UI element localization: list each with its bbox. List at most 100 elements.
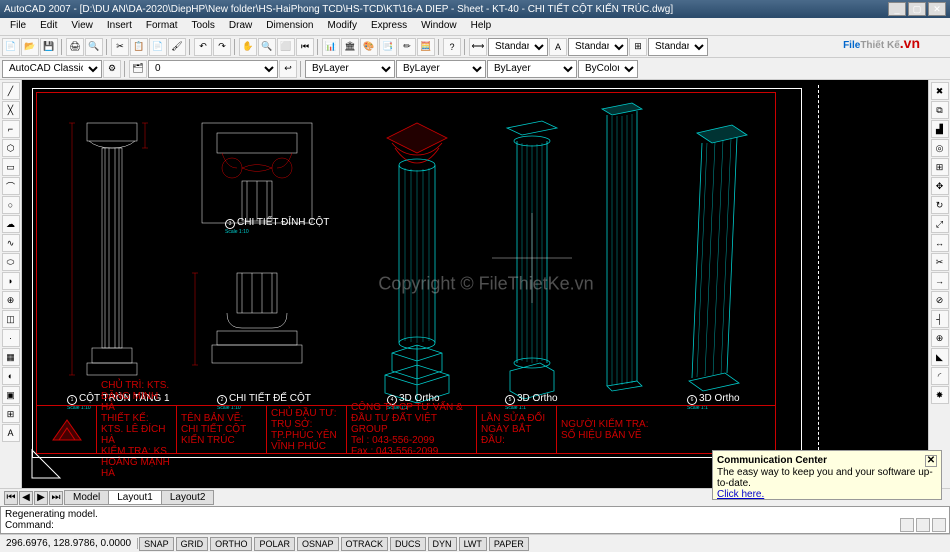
dim-style-icon[interactable]: ⟷ — [469, 38, 487, 56]
osnap-toggle[interactable]: OSNAP — [297, 537, 339, 551]
command-line[interactable]: Regenerating model. Command: — [0, 506, 950, 534]
mirror-icon[interactable]: ▟ — [931, 120, 949, 138]
table-style-icon[interactable]: ⊞ — [629, 38, 647, 56]
break-icon[interactable]: ┤ — [931, 310, 949, 328]
zoom-previous-icon[interactable]: ⏮ — [296, 38, 314, 56]
design-center-icon[interactable]: 🏛 — [341, 38, 359, 56]
extend-icon[interactable]: → — [931, 272, 949, 290]
fillet-icon[interactable]: ◜ — [931, 367, 949, 385]
sheet-set-icon[interactable]: 📑 — [379, 38, 397, 56]
tool-palettes-icon[interactable]: 🎨 — [360, 38, 378, 56]
menu-insert[interactable]: Insert — [101, 18, 138, 35]
properties-icon[interactable]: 📊 — [322, 38, 340, 56]
menu-help[interactable]: Help — [465, 18, 498, 35]
chamfer-icon[interactable]: ◣ — [931, 348, 949, 366]
text-style-combo[interactable]: Standard — [568, 38, 628, 56]
layer-props-icon[interactable]: 🗂 — [129, 60, 147, 78]
layer-previous-icon[interactable]: ↩ — [279, 60, 297, 78]
tab-layout2[interactable]: Layout2 — [161, 490, 215, 505]
menu-window[interactable]: Window — [415, 18, 463, 35]
ortho-toggle[interactable]: ORTHO — [210, 537, 252, 551]
print-icon[interactable]: 🖨 — [66, 38, 84, 56]
offset-icon[interactable]: ◎ — [931, 139, 949, 157]
lwt-toggle[interactable]: LWT — [459, 537, 487, 551]
drawing-canvas[interactable]: 1CỘT TRÒN TẦNG 1 Scale 1:10 — [22, 80, 950, 488]
otrack-toggle[interactable]: OTRACK — [341, 537, 389, 551]
coords-display[interactable]: 296.6976, 128.9786, 0.0000 — [0, 538, 138, 549]
join-icon[interactable]: ⊕ — [931, 329, 949, 347]
cut-icon[interactable]: ✂ — [111, 38, 129, 56]
color-combo[interactable]: ByLayer — [305, 60, 395, 78]
region-icon[interactable]: ▣ — [2, 386, 20, 404]
break-point-icon[interactable]: ⊘ — [931, 291, 949, 309]
plotstyle-combo[interactable]: ByColor — [578, 60, 638, 78]
menu-format[interactable]: Format — [140, 18, 184, 35]
new-icon[interactable]: 📄 — [2, 38, 20, 56]
table-icon[interactable]: ⊞ — [2, 405, 20, 423]
gradient-icon[interactable]: ◐ — [2, 367, 20, 385]
menu-express[interactable]: Express — [365, 18, 413, 35]
tab-first-icon[interactable]: ⏮ — [4, 491, 18, 505]
revcloud-icon[interactable]: ☁ — [2, 215, 20, 233]
insert-block-icon[interactable]: ⊕ — [2, 291, 20, 309]
markup-icon[interactable]: ✏ — [398, 38, 416, 56]
workspace-combo[interactable]: AutoCAD Classic — [2, 60, 102, 78]
tray-lock-icon[interactable] — [916, 518, 930, 532]
menu-view[interactable]: View — [65, 18, 99, 35]
text-style-icon[interactable]: A — [549, 38, 567, 56]
undo-icon[interactable]: ↶ — [194, 38, 212, 56]
scale-icon[interactable]: ⤢ — [931, 215, 949, 233]
grid-toggle[interactable]: GRID — [176, 537, 209, 551]
ellipse-icon[interactable]: ⬭ — [2, 253, 20, 271]
snap-toggle[interactable]: SNAP — [139, 537, 174, 551]
minimize-button[interactable]: _ — [888, 2, 906, 16]
tray-tools-icon[interactable] — [932, 518, 946, 532]
mtext-icon[interactable]: A — [2, 424, 20, 442]
array-icon[interactable]: ⊞ — [931, 158, 949, 176]
hatch-icon[interactable]: ▦ — [2, 348, 20, 366]
copy-obj-icon[interactable]: ⧉ — [931, 101, 949, 119]
rectangle-icon[interactable]: ▭ — [2, 158, 20, 176]
menu-edit[interactable]: Edit — [34, 18, 63, 35]
circle-icon[interactable]: ○ — [2, 196, 20, 214]
linetype-combo[interactable]: ByLayer — [396, 60, 486, 78]
erase-icon[interactable]: ✖ — [931, 82, 949, 100]
layer-combo[interactable]: 0 — [148, 60, 278, 78]
menu-tools[interactable]: Tools — [186, 18, 221, 35]
match-props-icon[interactable]: 🖌 — [168, 38, 186, 56]
line-icon[interactable]: ╱ — [2, 82, 20, 100]
workspace-settings-icon[interactable]: ⚙ — [103, 60, 121, 78]
make-block-icon[interactable]: ◫ — [2, 310, 20, 328]
paper-toggle[interactable]: PAPER — [489, 537, 529, 551]
copy-icon[interactable]: 📋 — [130, 38, 148, 56]
dim-style-combo[interactable]: Standard — [488, 38, 548, 56]
trim-icon[interactable]: ✂ — [931, 253, 949, 271]
polar-toggle[interactable]: POLAR — [254, 537, 295, 551]
paste-icon[interactable]: 📄 — [149, 38, 167, 56]
commcenter-link[interactable]: Click here. — [717, 489, 764, 500]
tab-layout1[interactable]: Layout1 — [108, 490, 162, 505]
point-icon[interactable]: · — [2, 329, 20, 347]
commcenter-close-icon[interactable]: ✕ — [925, 455, 937, 467]
menu-file[interactable]: File — [4, 18, 32, 35]
tab-last-icon[interactable]: ⏭ — [49, 491, 63, 505]
pan-icon[interactable]: ✋ — [239, 38, 257, 56]
tray-comm-icon[interactable] — [900, 518, 914, 532]
dyn-toggle[interactable]: DYN — [428, 537, 457, 551]
explode-icon[interactable]: ✸ — [931, 386, 949, 404]
tab-next-icon[interactable]: ▶ — [34, 491, 48, 505]
table-style-combo[interactable]: Standard — [648, 38, 708, 56]
help-icon[interactable]: ? — [443, 38, 461, 56]
polygon-icon[interactable]: ⬡ — [2, 139, 20, 157]
redo-icon[interactable]: ↷ — [213, 38, 231, 56]
close-button[interactable]: ✕ — [928, 2, 946, 16]
zoom-icon[interactable]: 🔍 — [258, 38, 276, 56]
polyline-icon[interactable]: ⌐ — [2, 120, 20, 138]
ducs-toggle[interactable]: DUCS — [390, 537, 426, 551]
save-icon[interactable]: 💾 — [40, 38, 58, 56]
stretch-icon[interactable]: ↔ — [931, 234, 949, 252]
plot-preview-icon[interactable]: 🔍 — [85, 38, 103, 56]
menu-modify[interactable]: Modify — [322, 18, 363, 35]
construction-line-icon[interactable]: ╳ — [2, 101, 20, 119]
arc-icon[interactable]: ⌒ — [2, 177, 20, 195]
